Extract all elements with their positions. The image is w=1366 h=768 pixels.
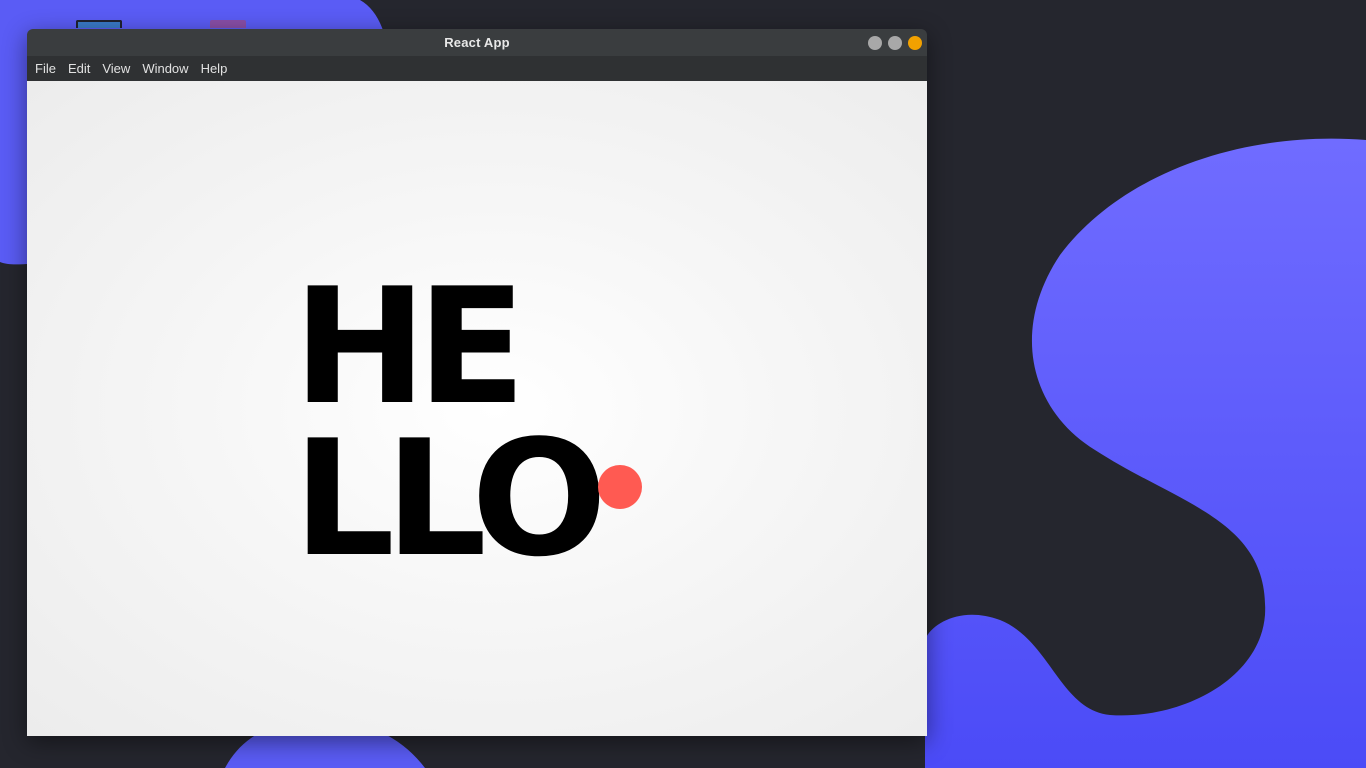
close-button[interactable]	[908, 36, 922, 50]
accent-dot	[598, 465, 642, 509]
window-titlebar[interactable]: React App	[27, 29, 927, 56]
menubar: File Edit View Window Help	[27, 56, 927, 81]
menu-window[interactable]: Window	[136, 56, 194, 81]
menu-edit[interactable]: Edit	[62, 56, 96, 81]
maximize-button[interactable]	[888, 36, 902, 50]
menu-file[interactable]: File	[29, 56, 62, 81]
desktop-monitor-icon[interactable]	[76, 20, 122, 28]
wallpaper-blob-right	[925, 138, 1366, 768]
hello-line-2: LLO	[293, 405, 607, 592]
menu-view[interactable]: View	[96, 56, 136, 81]
app-window: React App File Edit View Window Help HE …	[27, 29, 927, 736]
app-content: HE LLO	[27, 81, 927, 736]
window-title: React App	[444, 35, 510, 50]
hello-heading: HE LLO	[293, 253, 607, 592]
window-controls	[868, 36, 922, 50]
desktop-folder-icon[interactable]	[210, 20, 246, 28]
hello-line-1: HE	[293, 253, 526, 440]
menu-help[interactable]: Help	[195, 56, 234, 81]
minimize-button[interactable]	[868, 36, 882, 50]
